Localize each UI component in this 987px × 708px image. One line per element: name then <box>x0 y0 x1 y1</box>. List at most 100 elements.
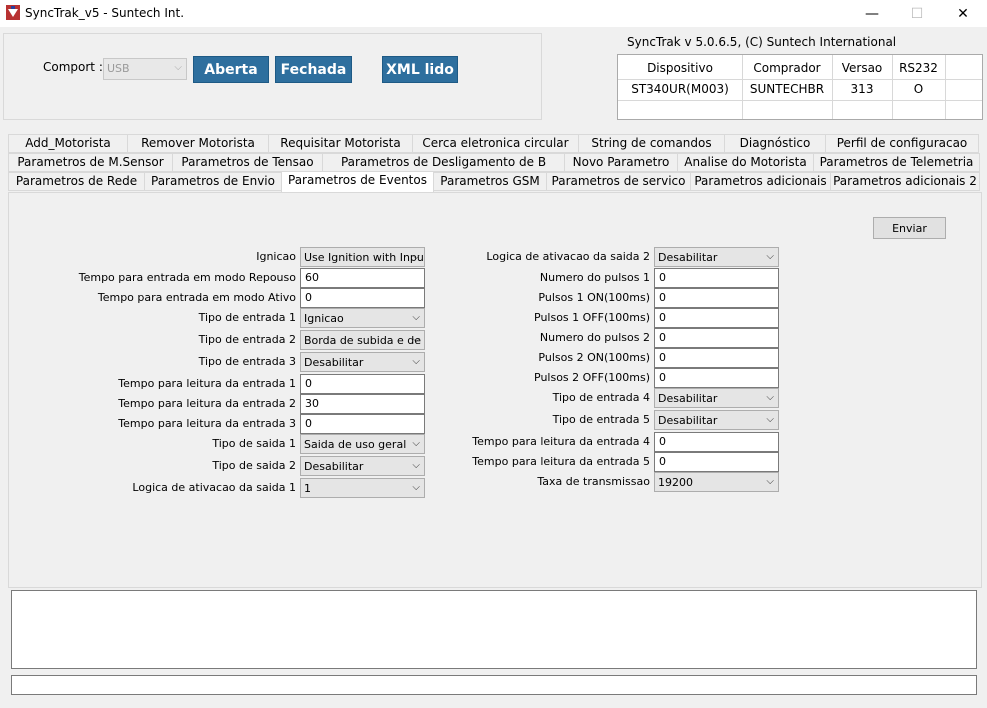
numero-do-pulsos-1-input[interactable]: 0 <box>654 268 779 288</box>
table-cell: SUNTECHBR <box>749 82 825 96</box>
tempo-para-leitura-da-entrada-3-label: Tempo para leitura da entrada 3 <box>118 417 296 430</box>
tipo-de-entrada-4-value: Desabilitar <box>658 392 718 405</box>
tab-cerca-eletronica[interactable]: Cerca eletronica circular <box>412 134 579 153</box>
tab-rede[interactable]: Parametros de Rede <box>8 172 145 191</box>
tempo-para-leitura-da-entrada-2-value: 30 <box>305 397 319 410</box>
tipo-de-entrada-5-select[interactable]: Desabilitar ⌵ <box>654 410 779 430</box>
tab-novo-parametro[interactable]: Novo Parametro <box>564 153 678 172</box>
tab-add-motorista[interactable]: Add_Motorista <box>8 134 128 153</box>
table-cell: ST340UR(M003) <box>631 82 729 96</box>
tab-adicionais[interactable]: Parametros adicionais <box>690 172 831 191</box>
comport-label: Comport : <box>43 60 103 74</box>
table-header: Comprador <box>753 61 821 75</box>
tab-tensao[interactable]: Parametros de Tensao <box>172 153 323 172</box>
tipo-de-saida-2-label: Tipo de saida 2 <box>212 459 296 472</box>
close-port-button[interactable]: Fechada <box>275 56 352 83</box>
tempo-para-leitura-da-entrada-5-input[interactable]: 0 <box>654 452 779 472</box>
tipo-de-entrada-5-label: Tipo de entrada 5 <box>552 413 650 426</box>
tab-analise-motorista[interactable]: Analise do Motorista <box>677 153 814 172</box>
tipo-de-entrada-4-label: Tipo de entrada 4 <box>552 391 650 404</box>
numero-do-pulsos-2-label: Numero do pulsos 2 <box>539 331 650 344</box>
tab-telemetria[interactable]: Parametros de Telemetria <box>813 153 980 172</box>
tempo-para-leitura-da-entrada-4-input[interactable]: 0 <box>654 432 779 452</box>
tab-diagnostico[interactable]: Diagnóstico <box>724 134 826 153</box>
tab-servico[interactable]: Parametros de servico <box>546 172 691 191</box>
taxa-de-transmissao-select[interactable]: 19200 ⌵ <box>654 472 779 492</box>
tab-gsm[interactable]: Parametros GSM <box>433 172 547 191</box>
pulsos-1-on-100ms-input[interactable]: 0 <box>654 288 779 308</box>
chevron-down-icon: ⌵ <box>174 62 182 73</box>
logica-de-ativacao-da-saida-2-value: Desabilitar <box>658 251 718 264</box>
pulsos-2-on-100ms-value: 0 <box>659 351 666 364</box>
table-header: Dispositivo <box>647 61 713 75</box>
pulsos-2-on-100ms-label: Pulsos 2 ON(100ms) <box>538 351 650 364</box>
numero-do-pulsos-1-value: 0 <box>659 271 666 284</box>
open-port-button[interactable]: Aberta <box>193 56 269 83</box>
tab-remover-motorista[interactable]: Remover Motorista <box>127 134 269 153</box>
tipo-de-entrada-5-value: Desabilitar <box>658 414 718 427</box>
numero-do-pulsos-2-input[interactable]: 0 <box>654 328 779 348</box>
pulsos-1-off-100ms-label: Pulsos 1 OFF(100ms) <box>534 311 650 324</box>
tempo-para-leitura-da-entrada-1-value: 0 <box>305 377 312 390</box>
logica-de-ativacao-da-saida-2-select[interactable]: Desabilitar ⌵ <box>654 247 779 267</box>
tipo-de-saida-1-label: Tipo de saida 1 <box>212 437 296 450</box>
tab-envio[interactable]: Parametros de Envio <box>144 172 282 191</box>
comport-select[interactable]: USB ⌵ <box>103 58 187 80</box>
tempo-para-entrada-em-modo-repouso-label: Tempo para entrada em modo Repouso <box>78 271 296 284</box>
tab-msensor[interactable]: Parametros de M.Sensor <box>8 153 173 172</box>
tempo-para-entrada-em-modo-repouso-value: 60 <box>305 271 319 284</box>
tab-string-comandos[interactable]: String de comandos <box>578 134 725 153</box>
xml-read-button[interactable]: XML lido <box>382 56 458 83</box>
tipo-de-entrada-2-label: Tipo de entrada 2 <box>198 333 296 346</box>
tempo-para-leitura-da-entrada-4-label: Tempo para leitura da entrada 4 <box>472 435 650 448</box>
table-cell: 313 <box>850 82 874 96</box>
tab-adicionais-2[interactable]: Parametros adicionais 2 <box>830 172 980 191</box>
table-cell: O <box>913 82 924 96</box>
status-bar <box>11 675 977 695</box>
log-textarea[interactable] <box>11 590 977 669</box>
taxa-de-transmissao-label: Taxa de transmissao <box>537 475 650 488</box>
pulsos-2-on-100ms-input[interactable]: 0 <box>654 348 779 368</box>
connection-panel <box>3 33 542 120</box>
tempo-para-entrada-em-modo-ativo-value: 0 <box>305 291 312 304</box>
tipo-de-entrada-1-value: Ignicao <box>304 312 344 325</box>
send-button[interactable]: Enviar <box>873 217 946 239</box>
numero-do-pulsos-2-value: 0 <box>659 331 666 344</box>
tempo-para-leitura-da-entrada-4-value: 0 <box>659 435 666 448</box>
pulsos-2-off-100ms-value: 0 <box>659 371 666 384</box>
pulsos-1-on-100ms-value: 0 <box>659 291 666 304</box>
tab-requisitar-motorista[interactable]: Requisitar Motorista <box>268 134 413 153</box>
tipo-de-entrada-1-label: Tipo de entrada 1 <box>198 311 296 324</box>
comport-value: USB <box>107 62 130 75</box>
chevron-down-icon: ⌵ <box>766 476 774 487</box>
tipo-de-entrada-4-select[interactable]: Desabilitar ⌵ <box>654 388 779 408</box>
pulsos-2-off-100ms-input[interactable]: 0 <box>654 368 779 388</box>
taxa-de-transmissao-value: 19200 <box>658 476 693 489</box>
tempo-para-leitura-da-entrada-3-value: 0 <box>305 417 312 430</box>
tempo-para-leitura-da-entrada-5-label: Tempo para leitura da entrada 5 <box>472 455 650 468</box>
chevron-down-icon: ⌵ <box>766 392 774 403</box>
tempo-para-leitura-da-entrada-5-value: 0 <box>659 455 666 468</box>
table-header: RS232 <box>899 61 938 75</box>
device-table: Dispositivo Comprador Versao RS232 ST340… <box>617 54 983 120</box>
pulsos-1-off-100ms-input[interactable]: 0 <box>654 308 779 328</box>
pulsos-2-off-100ms-label: Pulsos 2 OFF(100ms) <box>534 371 650 384</box>
logica-de-ativacao-da-saida-1-value: 1 <box>304 482 311 495</box>
maximize-button[interactable]: ☐ <box>894 0 940 27</box>
pulsos-1-on-100ms-label: Pulsos 1 ON(100ms) <box>538 291 650 304</box>
minimize-button[interactable]: — <box>849 0 895 27</box>
numero-do-pulsos-1-label: Numero do pulsos 1 <box>539 271 650 284</box>
pulsos-1-off-100ms-value: 0 <box>659 311 666 324</box>
tempo-para-leitura-da-entrada-2-label: Tempo para leitura da entrada 2 <box>118 397 296 410</box>
chevron-down-icon: ⌵ <box>766 414 774 425</box>
ignicao-label: Ignicao <box>256 250 296 263</box>
table-header: Versao <box>841 61 883 75</box>
window-title: SyncTrak_v5 - Suntech Int. <box>25 6 185 20</box>
tab-desligamento[interactable]: Parametros de Desligamento de B <box>322 153 565 172</box>
chevron-down-icon: ⌵ <box>766 251 774 262</box>
tab-perfil-configuracao[interactable]: Perfil de configuracao <box>825 134 979 153</box>
app-icon <box>6 5 20 20</box>
close-window-button[interactable]: ✕ <box>940 0 986 27</box>
tab-eventos[interactable]: Parametros de Eventos <box>281 171 434 193</box>
logica-de-ativacao-da-saida-1-label: Logica de ativacao da saida 1 <box>132 481 296 494</box>
